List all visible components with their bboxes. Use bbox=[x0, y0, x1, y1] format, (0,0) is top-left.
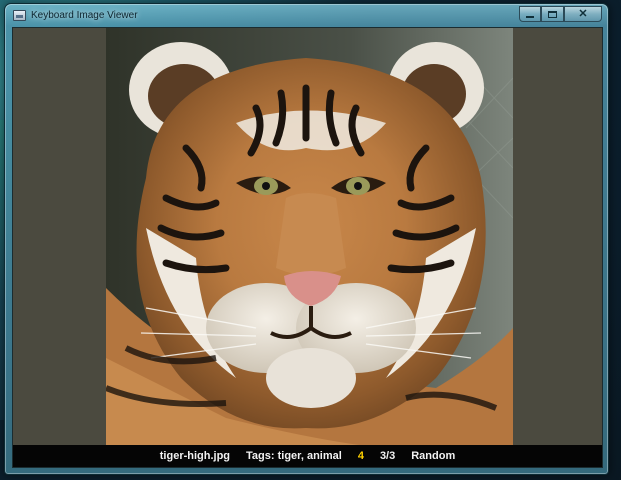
minimize-button[interactable] bbox=[519, 6, 541, 22]
displayed-image[interactable] bbox=[106, 28, 513, 446]
tiger-image bbox=[106, 28, 513, 446]
filename-label: tiger-high.jpg bbox=[159, 450, 231, 462]
close-button[interactable]: ✕ bbox=[564, 6, 602, 22]
window-title: Keyboard Image Viewer bbox=[31, 10, 138, 21]
caption-buttons: ✕ bbox=[519, 6, 602, 23]
order-mode-label: Random bbox=[411, 450, 456, 462]
maximize-button[interactable] bbox=[541, 6, 564, 22]
title-bar[interactable]: Keyboard Image Viewer ✕ bbox=[5, 4, 608, 27]
viewer-client-area[interactable]: tiger-high.jpg Tags: tiger, animal 4 3/3… bbox=[12, 27, 603, 468]
close-icon: ✕ bbox=[578, 7, 588, 20]
rating-label: 4 bbox=[357, 450, 364, 462]
app-window: Keyboard Image Viewer ✕ tiger-high.jpg T… bbox=[4, 3, 609, 475]
maximize-icon bbox=[548, 10, 557, 18]
minimize-icon bbox=[526, 15, 534, 18]
image-position-label: 3/3 bbox=[379, 450, 396, 462]
tags-label: Tags: tiger, animal bbox=[246, 450, 342, 462]
status-bar: tiger-high.jpg Tags: tiger, animal 4 3/3… bbox=[13, 445, 602, 467]
app-icon bbox=[13, 10, 26, 21]
